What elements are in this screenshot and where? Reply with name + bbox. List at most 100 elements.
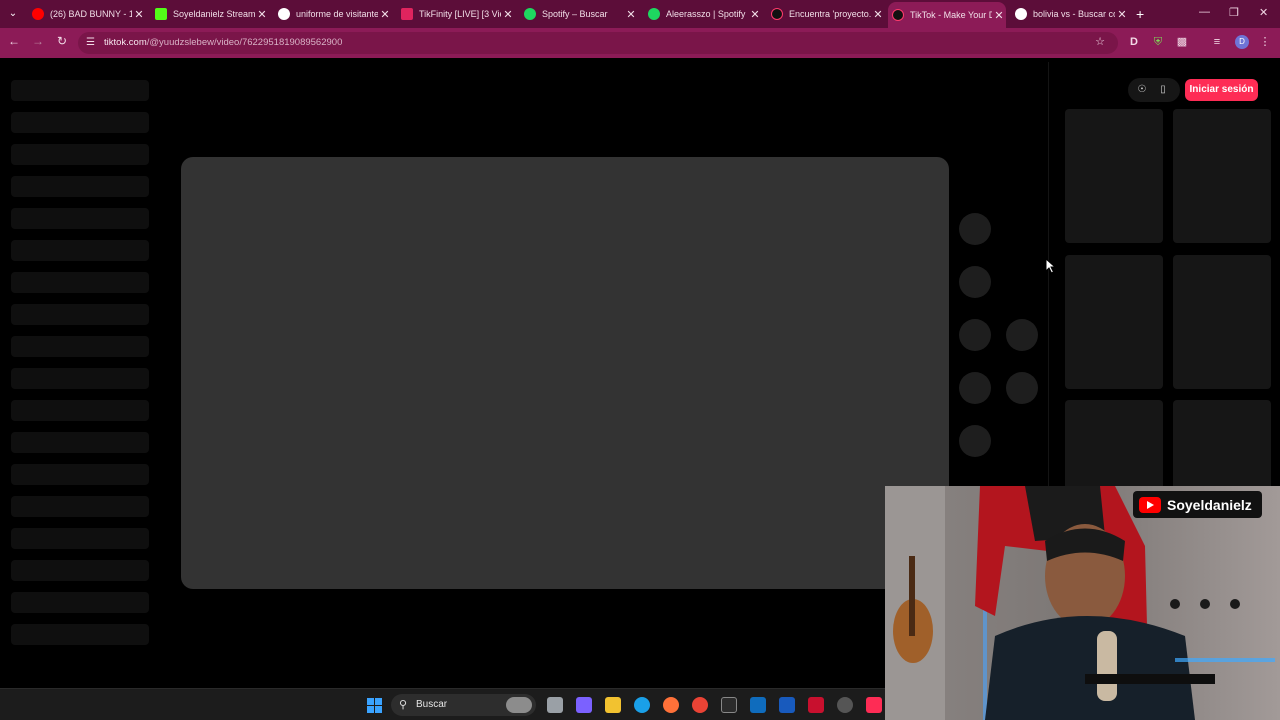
kick-icon [155, 8, 167, 20]
tab-title: bolivia vs - Buscar co... [1033, 9, 1115, 19]
tab-3[interactable]: TikFinity [LIVE] [3 Vie... ✕ [397, 4, 515, 24]
tab-search-chevron-icon[interactable]: ⌄ [6, 7, 20, 21]
video-thumbnail-skeleton[interactable] [1173, 109, 1271, 243]
action-button-skeleton [959, 425, 991, 457]
close-tab-icon[interactable]: ✕ [378, 8, 392, 21]
extensions-puzzle-icon[interactable]: ▩ [1175, 35, 1189, 49]
menu-kebab-icon[interactable]: ⋮ [1258, 35, 1272, 49]
tab-6[interactable]: Encuentra 'proyecto... ✕ [767, 4, 885, 24]
sidebar-skeleton-item [11, 336, 149, 357]
tab-title: (26) BAD BUNNY - 12... [50, 9, 132, 19]
sidebar-skeleton-item [11, 464, 149, 485]
streaming-app-icon[interactable] [808, 697, 824, 713]
tab-7-active[interactable]: TikTok - Make Your D... ✕ [888, 2, 1006, 28]
close-tab-icon[interactable]: ✕ [992, 9, 1006, 22]
extension-d-icon[interactable]: D [1127, 35, 1141, 49]
tiktok-live-icon[interactable] [866, 697, 882, 713]
tab-0[interactable]: (26) BAD BUNNY - 12... ✕ [28, 4, 146, 24]
channel-name: Soyeldanielz [1167, 496, 1252, 513]
action-button-skeleton [1006, 372, 1038, 404]
tab-5[interactable]: Aleerasszo | Spotify ✕ [644, 4, 762, 24]
url-path: /@yuudzslebew/video/7622951819089562900 [146, 37, 343, 48]
close-tab-icon[interactable]: ✕ [1115, 8, 1129, 21]
task-view-icon[interactable] [547, 697, 563, 713]
profile-avatar[interactable]: D [1235, 35, 1249, 49]
google-icon [1015, 8, 1027, 20]
close-tab-icon[interactable]: ✕ [132, 8, 146, 21]
tab-title: uniforme de visitante [296, 9, 378, 19]
site-info-icon[interactable]: ☰ [86, 37, 98, 49]
media-controls-icon[interactable]: ≡ [1210, 35, 1224, 49]
login-button[interactable]: Iniciar sesión [1185, 79, 1258, 101]
sidebar-skeleton-item [11, 400, 149, 421]
video-player-skeleton[interactable] [181, 157, 949, 589]
sidebar-skeleton-item [11, 144, 149, 165]
tab-title: TikFinity [LIVE] [3 Vie... [419, 9, 501, 19]
forward-icon[interactable]: → [30, 34, 46, 48]
close-tab-icon[interactable]: ✕ [255, 8, 269, 21]
close-tab-icon[interactable]: ✕ [748, 8, 762, 21]
google-icon [278, 8, 290, 20]
toolbar: ← → ↻ ☰ tiktok.com/@yuudzslebew/video/76… [0, 28, 1280, 58]
mouse-cursor-icon [1045, 258, 1057, 274]
sidebar-skeleton-item [11, 176, 149, 197]
video-thumbnail-skeleton[interactable] [1065, 255, 1163, 389]
search-highlight-icon [506, 697, 532, 713]
action-button-skeleton [959, 372, 991, 404]
new-tab-icon[interactable]: + [1136, 6, 1144, 22]
windows-taskbar: ⚲ Buscar [0, 688, 885, 720]
close-tab-icon[interactable]: ✕ [501, 8, 515, 21]
sidebar-skeleton-item [11, 304, 149, 325]
taskbar-search-label: Buscar [416, 699, 448, 710]
chrome-icon[interactable] [692, 697, 708, 713]
url-text: tiktok.com/@yuudzslebew/video/7622951819… [104, 37, 342, 48]
action-button-skeleton [959, 319, 991, 351]
sidebar-skeleton-item [11, 80, 149, 101]
sidebar-skeleton-item [11, 272, 149, 293]
tab-8[interactable]: bolivia vs - Buscar co... ✕ [1011, 4, 1129, 24]
sidebar-skeleton-item [11, 624, 149, 645]
action-button-skeleton [959, 213, 991, 245]
video-thumbnail-skeleton[interactable] [1173, 255, 1271, 389]
device-icon[interactable]: ▯ [1156, 83, 1170, 97]
file-explorer-icon[interactable] [605, 697, 621, 713]
sidebar-skeleton-item [11, 368, 149, 389]
tiktok-icon [771, 8, 783, 20]
firefox-icon[interactable] [663, 697, 679, 713]
restore-icon[interactable]: ❐ [1229, 6, 1239, 19]
tab-1[interactable]: Soyeldanielz Stream ✕ [151, 4, 269, 24]
webcam-feed [885, 486, 1280, 720]
tab-2[interactable]: uniforme de visitante ✕ [274, 4, 392, 24]
webcam-overlay [885, 486, 1280, 720]
store-icon[interactable] [721, 697, 737, 713]
tab-4[interactable]: Spotify – Buscar ✕ [520, 4, 638, 24]
spotify-icon [648, 8, 660, 20]
screen: ⌄ (26) BAD BUNNY - 12... ✕ Soyeldanielz … [0, 0, 1280, 720]
edge-icon[interactable] [634, 697, 650, 713]
close-window-icon[interactable]: ✕ [1259, 6, 1268, 19]
youtube-icon [32, 8, 44, 20]
windows-start-icon[interactable] [367, 698, 382, 713]
address-bar[interactable]: ☰ tiktok.com/@yuudzslebew/video/76229518… [78, 32, 1118, 54]
tikfinity-icon [401, 8, 413, 20]
word-icon[interactable] [779, 697, 795, 713]
minimize-icon[interactable]: — [1199, 6, 1210, 18]
channel-badge: Soyeldanielz [1133, 491, 1262, 518]
reload-icon[interactable]: ↻ [54, 34, 70, 48]
search-icon: ⚲ [399, 699, 408, 711]
close-tab-icon[interactable]: ✕ [871, 8, 885, 21]
outlook-icon[interactable] [750, 697, 766, 713]
obs-icon[interactable] [837, 697, 853, 713]
sidebar-skeleton-item [11, 560, 149, 581]
youtube-icon [1139, 496, 1161, 513]
bookmark-star-icon[interactable]: ☆ [1093, 35, 1107, 49]
shield-extension-icon[interactable]: ⛨ [1151, 35, 1165, 49]
close-tab-icon[interactable]: ✕ [624, 8, 638, 21]
compass-icon[interactable]: ☉ [1135, 83, 1149, 97]
copilot-icon[interactable] [576, 697, 592, 713]
action-button-skeleton [1006, 319, 1038, 351]
tab-title: Soyeldanielz Stream [173, 9, 255, 19]
video-thumbnail-skeleton[interactable] [1065, 109, 1163, 243]
back-icon[interactable]: ← [6, 34, 22, 48]
taskbar-search[interactable]: ⚲ Buscar [391, 694, 536, 716]
